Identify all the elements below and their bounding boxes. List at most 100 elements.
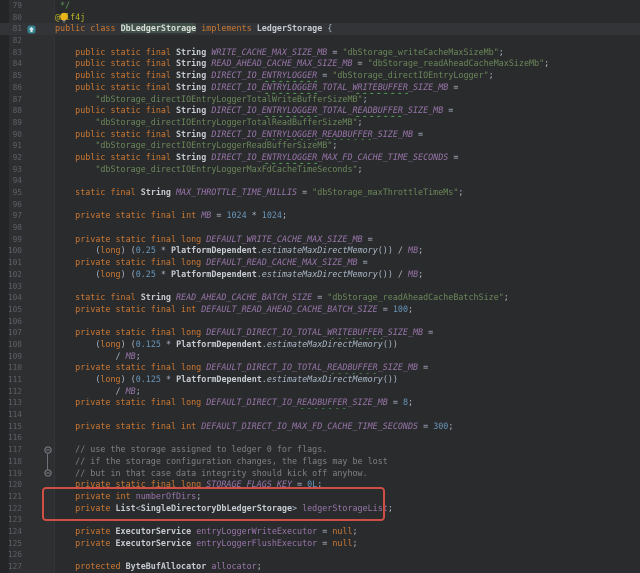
code-line[interactable]: 84 public static final String READ_AHEAD… bbox=[0, 58, 640, 70]
line-number[interactable]: 100 bbox=[0, 245, 22, 257]
code-line[interactable]: 92 public static final String DIRECT_IO_… bbox=[0, 152, 640, 164]
code-line[interactable]: 104 static final String READ_AHEAD_CACHE… bbox=[0, 292, 640, 304]
code-line[interactable]: 114 bbox=[0, 409, 640, 421]
code-line[interactable]: 93 "dbStorage_directIOEntryLoggerMaxFdCa… bbox=[0, 164, 640, 176]
line-number[interactable]: 124 bbox=[0, 526, 22, 538]
code-line[interactable]: 106 bbox=[0, 316, 640, 328]
line-number[interactable]: 103 bbox=[0, 281, 22, 293]
line-number[interactable]: 92 bbox=[0, 152, 22, 164]
code-line[interactable]: 117 // use the storage assigned to ledge… bbox=[0, 444, 640, 456]
line-number[interactable]: 111 bbox=[0, 374, 22, 386]
code-line[interactable]: 111 (long) (0.125 * PlatformDependent.es… bbox=[0, 374, 640, 386]
code-line[interactable]: 113 private static final long DEFAULT_DI… bbox=[0, 397, 640, 409]
code-line[interactable]: 126 bbox=[0, 549, 640, 561]
line-number[interactable]: 119 bbox=[0, 468, 22, 480]
code-line[interactable]: 91 "dbStorage_directIOEntryLoggerReadBuf… bbox=[0, 140, 640, 152]
line-number[interactable]: 113 bbox=[0, 397, 22, 409]
code-line[interactable]: 86 public static final String DIRECT_IO_… bbox=[0, 82, 640, 94]
line-number[interactable]: 127 bbox=[0, 561, 22, 573]
line-number[interactable]: 99 bbox=[0, 234, 22, 246]
line-number[interactable]: 121 bbox=[0, 491, 22, 503]
code-token: LedgerStorage bbox=[256, 23, 323, 34]
code-line[interactable]: 82 bbox=[0, 35, 640, 47]
line-number[interactable]: 93 bbox=[0, 164, 22, 176]
line-number[interactable]: 79 bbox=[0, 0, 22, 12]
code-line[interactable]: 118 // if the storage configuration chan… bbox=[0, 456, 640, 468]
code-line[interactable]: 79 */ bbox=[0, 0, 640, 12]
code-line[interactable]: 112 / MB; bbox=[0, 386, 640, 398]
line-number[interactable]: 83 bbox=[0, 47, 22, 59]
code-line[interactable]: 108 (long) (0.125 * PlatformDependent.es… bbox=[0, 339, 640, 351]
line-number[interactable]: 108 bbox=[0, 339, 22, 351]
intention-bulb-icon[interactable] bbox=[59, 12, 69, 26]
line-number[interactable]: 106 bbox=[0, 316, 22, 328]
code-line[interactable]: 110 private static final long DEFAULT_DI… bbox=[0, 362, 640, 374]
code-line[interactable]: 109 / MB; bbox=[0, 351, 640, 363]
line-number[interactable]: 112 bbox=[0, 386, 22, 398]
line-number[interactable]: 117 bbox=[0, 444, 22, 456]
line-number[interactable]: 120 bbox=[0, 479, 22, 491]
line-number[interactable]: 110 bbox=[0, 362, 22, 374]
line-number[interactable]: 98 bbox=[0, 222, 22, 234]
code-line[interactable]: 100 (long) (0.25 * PlatformDependent.est… bbox=[0, 245, 640, 257]
line-number[interactable]: 107 bbox=[0, 327, 22, 339]
code-line[interactable]: 97 private static final int MB = 1024 * … bbox=[0, 210, 640, 222]
code-line[interactable]: 98 bbox=[0, 222, 640, 234]
line-number[interactable]: 91 bbox=[0, 140, 22, 152]
gutter-icon-column[interactable] bbox=[22, 23, 40, 35]
code-line[interactable]: 96 bbox=[0, 199, 640, 211]
line-number[interactable]: 97 bbox=[0, 210, 22, 222]
code-line[interactable]: 105 private static final int DEFAULT_REA… bbox=[0, 304, 640, 316]
line-number[interactable]: 88 bbox=[0, 105, 22, 117]
code-line[interactable]: 101 private static final long DEFAULT_RE… bbox=[0, 257, 640, 269]
code-line[interactable]: 127 protected ByteBufAllocator allocator… bbox=[0, 561, 640, 573]
line-number[interactable]: 114 bbox=[0, 409, 22, 421]
line-number[interactable]: 86 bbox=[0, 82, 22, 94]
line-number[interactable]: 116 bbox=[0, 432, 22, 444]
line-number[interactable]: 122 bbox=[0, 503, 22, 515]
line-number[interactable]: 109 bbox=[0, 351, 22, 363]
gutter-icon-column bbox=[22, 514, 40, 526]
line-number[interactable]: 89 bbox=[0, 117, 22, 129]
code-line[interactable]: 81 public class DbLedgerStorage implement… bbox=[0, 23, 640, 36]
code-line[interactable]: 95 static final String MAX_THROTTLE_TIME… bbox=[0, 187, 640, 199]
gutter-icon-column bbox=[22, 35, 40, 47]
code-line[interactable]: 124 private ExecutorService entryLoggerW… bbox=[0, 526, 640, 538]
line-number[interactable]: 90 bbox=[0, 129, 22, 141]
line-number[interactable]: 102 bbox=[0, 269, 22, 281]
line-number[interactable]: 101 bbox=[0, 257, 22, 269]
code-line[interactable]: 99 private static final long DEFAULT_WRI… bbox=[0, 234, 640, 246]
line-number[interactable]: 104 bbox=[0, 292, 22, 304]
line-number[interactable]: 80 bbox=[0, 12, 22, 24]
line-number[interactable]: 126 bbox=[0, 549, 22, 561]
line-number[interactable]: 81 bbox=[0, 23, 22, 35]
line-number[interactable]: 118 bbox=[0, 456, 22, 468]
code-line[interactable]: 89 "dbStorage_directIOEntryLoggerTotalRe… bbox=[0, 117, 640, 129]
code-line[interactable]: 94 bbox=[0, 175, 640, 187]
line-number[interactable]: 125 bbox=[0, 538, 22, 550]
line-number[interactable]: 105 bbox=[0, 304, 22, 316]
line-number[interactable]: 94 bbox=[0, 175, 22, 187]
code-line[interactable]: 83 public static final String WRITE_CACH… bbox=[0, 47, 640, 59]
code-line[interactable]: 87 "dbStorage_directIOEntryLoggerTotalWr… bbox=[0, 94, 640, 106]
code-line[interactable]: 102 (long) (0.25 * PlatformDependent.est… bbox=[0, 269, 640, 281]
line-number[interactable]: 82 bbox=[0, 35, 22, 47]
code-line[interactable]: 107 private static final long DEFAULT_DI… bbox=[0, 327, 640, 339]
code-line[interactable]: 125 private ExecutorService entryLoggerF… bbox=[0, 538, 640, 550]
line-number[interactable]: 96 bbox=[0, 199, 22, 211]
code-line[interactable]: 103 bbox=[0, 281, 640, 293]
code-line[interactable]: 116 bbox=[0, 432, 640, 444]
line-number[interactable]: 123 bbox=[0, 514, 22, 526]
line-number[interactable]: 115 bbox=[0, 421, 22, 433]
gutter-icon-column bbox=[22, 503, 40, 515]
line-number[interactable]: 87 bbox=[0, 94, 22, 106]
code-line[interactable]: 80 @Slf4j bbox=[0, 12, 640, 24]
code-line[interactable]: 90 public static final String DIRECT_IO_… bbox=[0, 129, 640, 141]
line-number[interactable]: 85 bbox=[0, 70, 22, 82]
code-line[interactable]: 115 private static final int DEFAULT_DIR… bbox=[0, 421, 640, 433]
line-number[interactable]: 95 bbox=[0, 187, 22, 199]
line-number[interactable]: 84 bbox=[0, 58, 22, 70]
code-line[interactable]: 88 public static final String DIRECT_IO_… bbox=[0, 105, 640, 117]
code-line[interactable]: 85 public static final String DIRECT_IO_… bbox=[0, 70, 640, 82]
code-line[interactable]: 119 // but in that case data integrity s… bbox=[0, 468, 640, 480]
